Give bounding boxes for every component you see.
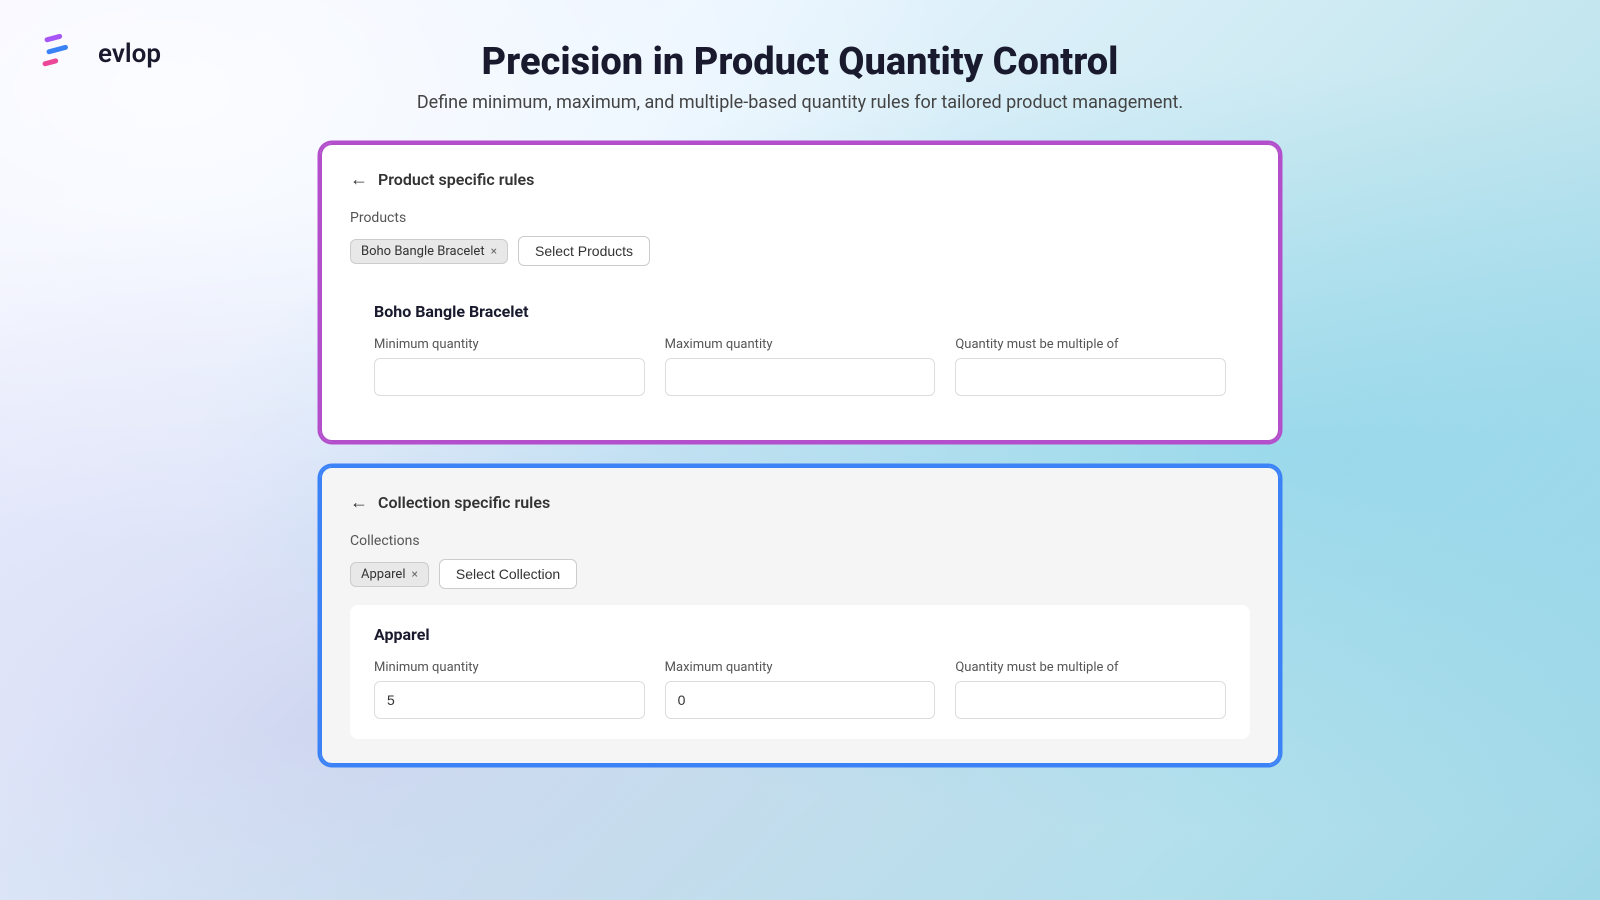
collection-card-title: Collection specific rules xyxy=(378,493,550,512)
page-subtitle: Define minimum, maximum, and multiple-ba… xyxy=(417,92,1183,113)
collection-tag: Apparel × xyxy=(350,562,429,587)
collection-fields-row: Minimum quantity Maximum quantity Quanti… xyxy=(374,660,1226,719)
product-multiple-label: Quantity must be multiple of xyxy=(955,337,1226,352)
product-max-input[interactable] xyxy=(665,358,936,396)
collection-multiple-input[interactable] xyxy=(955,681,1226,719)
product-back-arrow[interactable]: ← xyxy=(350,169,368,190)
collection-tag-label: Apparel xyxy=(361,567,406,582)
product-inner-card: Boho Bangle Bracelet Minimum quantity Ma… xyxy=(350,282,1250,416)
collection-multiple-group: Quantity must be multiple of xyxy=(955,660,1226,719)
product-max-label: Maximum quantity xyxy=(665,337,936,352)
product-tag-close[interactable]: × xyxy=(491,244,497,258)
product-rule-card: ← Product specific rules Products Boho B… xyxy=(320,143,1280,442)
collection-multiple-label: Quantity must be multiple of xyxy=(955,660,1226,675)
product-inner-title: Boho Bangle Bracelet xyxy=(374,302,1226,321)
page-header: Precision in Product Quantity Control De… xyxy=(40,30,1560,113)
product-fields-row: Minimum quantity Maximum quantity Quanti… xyxy=(374,337,1226,396)
select-collection-button[interactable]: Select Collection xyxy=(439,559,577,589)
collection-inner-title: Apparel xyxy=(374,625,1226,644)
collection-min-group: Minimum quantity xyxy=(374,660,645,719)
product-multiple-input[interactable] xyxy=(955,358,1226,396)
products-section-label: Products xyxy=(350,210,1250,226)
collection-max-label: Maximum quantity xyxy=(665,660,936,675)
collection-tag-close[interactable]: × xyxy=(412,567,418,581)
product-max-group: Maximum quantity xyxy=(665,337,936,396)
product-min-group: Minimum quantity xyxy=(374,337,645,396)
collection-min-input[interactable] xyxy=(374,681,645,719)
product-multiple-group: Quantity must be multiple of xyxy=(955,337,1226,396)
product-tag: Boho Bangle Bracelet × xyxy=(350,239,508,264)
collection-card-header: ← Collection specific rules xyxy=(350,492,1250,513)
collection-rule-card: ← Collection specific rules Collections … xyxy=(320,466,1280,765)
products-tag-row: Boho Bangle Bracelet × Select Products xyxy=(350,236,1250,266)
product-min-input[interactable] xyxy=(374,358,645,396)
page-title: Precision in Product Quantity Control xyxy=(482,40,1119,84)
collection-min-label: Minimum quantity xyxy=(374,660,645,675)
product-card-title: Product specific rules xyxy=(378,170,534,189)
collection-back-arrow[interactable]: ← xyxy=(350,492,368,513)
product-card-header: ← Product specific rules xyxy=(350,169,1250,190)
product-tag-label: Boho Bangle Bracelet xyxy=(361,244,485,259)
collections-section-label: Collections xyxy=(350,533,1250,549)
main-content: ← Product specific rules Products Boho B… xyxy=(320,143,1280,765)
product-min-label: Minimum quantity xyxy=(374,337,645,352)
collection-inner-card: Apparel Minimum quantity Maximum quantit… xyxy=(350,605,1250,739)
collection-max-group: Maximum quantity xyxy=(665,660,936,719)
collections-tag-row: Apparel × Select Collection xyxy=(350,559,1250,589)
select-products-button[interactable]: Select Products xyxy=(518,236,650,266)
collection-max-input[interactable] xyxy=(665,681,936,719)
